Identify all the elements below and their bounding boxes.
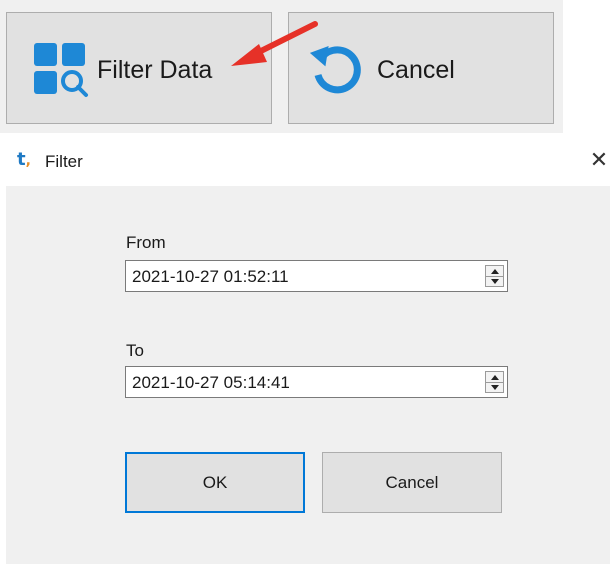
filter-grid-search-icon (34, 43, 88, 97)
dialog-body: From 2021-10-27 01:52:11 To 2021-10-27 0… (6, 186, 610, 564)
filter-data-label: Filter Data (97, 56, 213, 84)
from-label: From (126, 233, 166, 252)
from-datetime-picker[interactable]: 2021-10-27 01:52:11 (125, 260, 508, 292)
to-spinner[interactable] (485, 371, 504, 393)
app-logo-icon: t, (17, 149, 31, 170)
to-label: To (126, 341, 144, 360)
spin-down-icon[interactable] (486, 276, 503, 286)
from-spinner[interactable] (485, 265, 504, 287)
red-arrow-pointer (231, 21, 318, 66)
toolbar: Filter Data Cancel (0, 0, 563, 133)
spin-down-icon[interactable] (486, 382, 503, 392)
dialog-cancel-button[interactable]: Cancel (322, 452, 502, 513)
dialog-title: Filter (45, 152, 83, 171)
toolbar-cancel-label: Cancel (377, 56, 455, 84)
to-datetime-picker[interactable]: 2021-10-27 05:14:41 (125, 366, 508, 398)
close-icon[interactable]: ✕ (588, 149, 610, 173)
ok-button[interactable]: OK (125, 452, 305, 513)
from-datetime-value: 2021-10-27 01:52:11 (132, 267, 289, 286)
toolbar-cancel-button[interactable]: Cancel (288, 12, 554, 124)
to-datetime-value: 2021-10-27 05:14:41 (132, 373, 290, 392)
dialog-title-bar: t, Filter ✕ (0, 139, 613, 186)
